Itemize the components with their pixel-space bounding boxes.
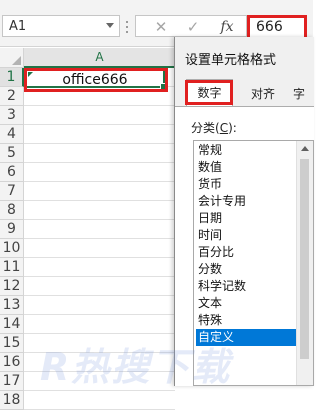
sheet-row[interactable] — [24, 220, 175, 239]
cell-highlight-box — [24, 68, 168, 92]
cancel-icon[interactable]: ✕ — [148, 17, 174, 37]
tab-alignment[interactable]: 对齐 — [241, 83, 285, 105]
sheet-row[interactable] — [24, 144, 175, 163]
row-header[interactable]: 2 — [0, 87, 24, 106]
tab-font[interactable]: 字 — [293, 83, 314, 105]
category-item[interactable]: 日期 — [196, 210, 302, 227]
row-header[interactable]: 18 — [0, 391, 24, 410]
category-item[interactable]: 会计专用 — [196, 193, 302, 210]
select-all-icon — [12, 56, 21, 65]
category-item[interactable]: 时间 — [196, 227, 302, 244]
sheet-row[interactable] — [24, 239, 175, 258]
row-header[interactable]: 8 — [0, 201, 24, 220]
row-header[interactable]: 7 — [0, 182, 24, 201]
sheet-row[interactable] — [24, 182, 175, 201]
sheet-row[interactable] — [24, 315, 175, 334]
insert-function-icon[interactable]: fx — [214, 17, 240, 37]
enter-icon[interactable]: ✓ — [180, 17, 206, 37]
row-header[interactable]: 1 — [0, 68, 24, 87]
row-header[interactable]: 9 — [0, 220, 24, 239]
sheet-row[interactable] — [24, 258, 175, 277]
sheet-grid: A 1 2 3 4 5 6 7 8 9 10 11 12 13 14 15 16 17 18 office666 — [0, 48, 175, 410]
scroll-up-icon[interactable] — [301, 146, 309, 151]
sheet-row[interactable] — [24, 125, 175, 144]
sheet-row[interactable] — [24, 277, 175, 296]
row-header[interactable]: 16 — [0, 353, 24, 372]
sheet-row[interactable] — [24, 106, 175, 125]
row-header[interactable]: 13 — [0, 296, 24, 315]
row-header[interactable]: 5 — [0, 144, 24, 163]
category-item[interactable]: 科学记数 — [196, 278, 302, 295]
row-header[interactable]: 3 — [0, 106, 24, 125]
formula-buttons: ✕ ✓ fx — [135, 15, 247, 37]
scroll-thumb[interactable] — [300, 159, 309, 359]
column-header-a[interactable]: A — [24, 48, 175, 68]
category-item[interactable]: 常规 — [196, 142, 302, 159]
name-box-value: A1 — [9, 19, 27, 34]
category-scrollbar[interactable] — [296, 141, 313, 385]
row-header[interactable]: 11 — [0, 258, 24, 277]
row-header[interactable]: 17 — [0, 372, 24, 391]
category-item[interactable]: 文本 — [196, 295, 302, 312]
name-box[interactable]: A1 — [2, 15, 120, 37]
name-box-dropdown-icon[interactable] — [106, 23, 114, 28]
category-list[interactable]: 常规 数值 货币 会计专用 日期 时间 百分比 分数 科学记数 文本 特殊 自定义 — [193, 140, 314, 386]
sheet-row[interactable] — [24, 334, 175, 353]
dialog-title: 设置单元格格式 — [185, 53, 277, 68]
sheet-row[interactable] — [24, 372, 175, 391]
category-item[interactable]: 特殊 — [196, 312, 302, 329]
row-header[interactable]: 15 — [0, 334, 24, 353]
sheet-row[interactable] — [24, 296, 175, 315]
select-all-button[interactable] — [0, 48, 24, 68]
tab-highlight-box — [185, 80, 233, 105]
sheet-row[interactable] — [24, 353, 175, 372]
category-item[interactable]: 货币 — [196, 176, 302, 193]
row-header[interactable]: 12 — [0, 277, 24, 296]
formula-bar-grip[interactable] — [126, 18, 128, 36]
row-header[interactable]: 6 — [0, 163, 24, 182]
category-item[interactable]: 自定义 — [196, 329, 302, 346]
row-header[interactable]: 10 — [0, 239, 24, 258]
sheet-row[interactable] — [24, 391, 175, 410]
category-item[interactable]: 数值 — [196, 159, 302, 176]
category-item[interactable]: 分数 — [196, 261, 302, 278]
row-header[interactable]: 4 — [0, 125, 24, 144]
sheet-row[interactable] — [24, 201, 175, 220]
sheet-row[interactable] — [24, 163, 175, 182]
row-header[interactable]: 14 — [0, 315, 24, 334]
category-label: 分类(C): — [191, 121, 237, 135]
category-item[interactable]: 百分比 — [196, 244, 302, 261]
